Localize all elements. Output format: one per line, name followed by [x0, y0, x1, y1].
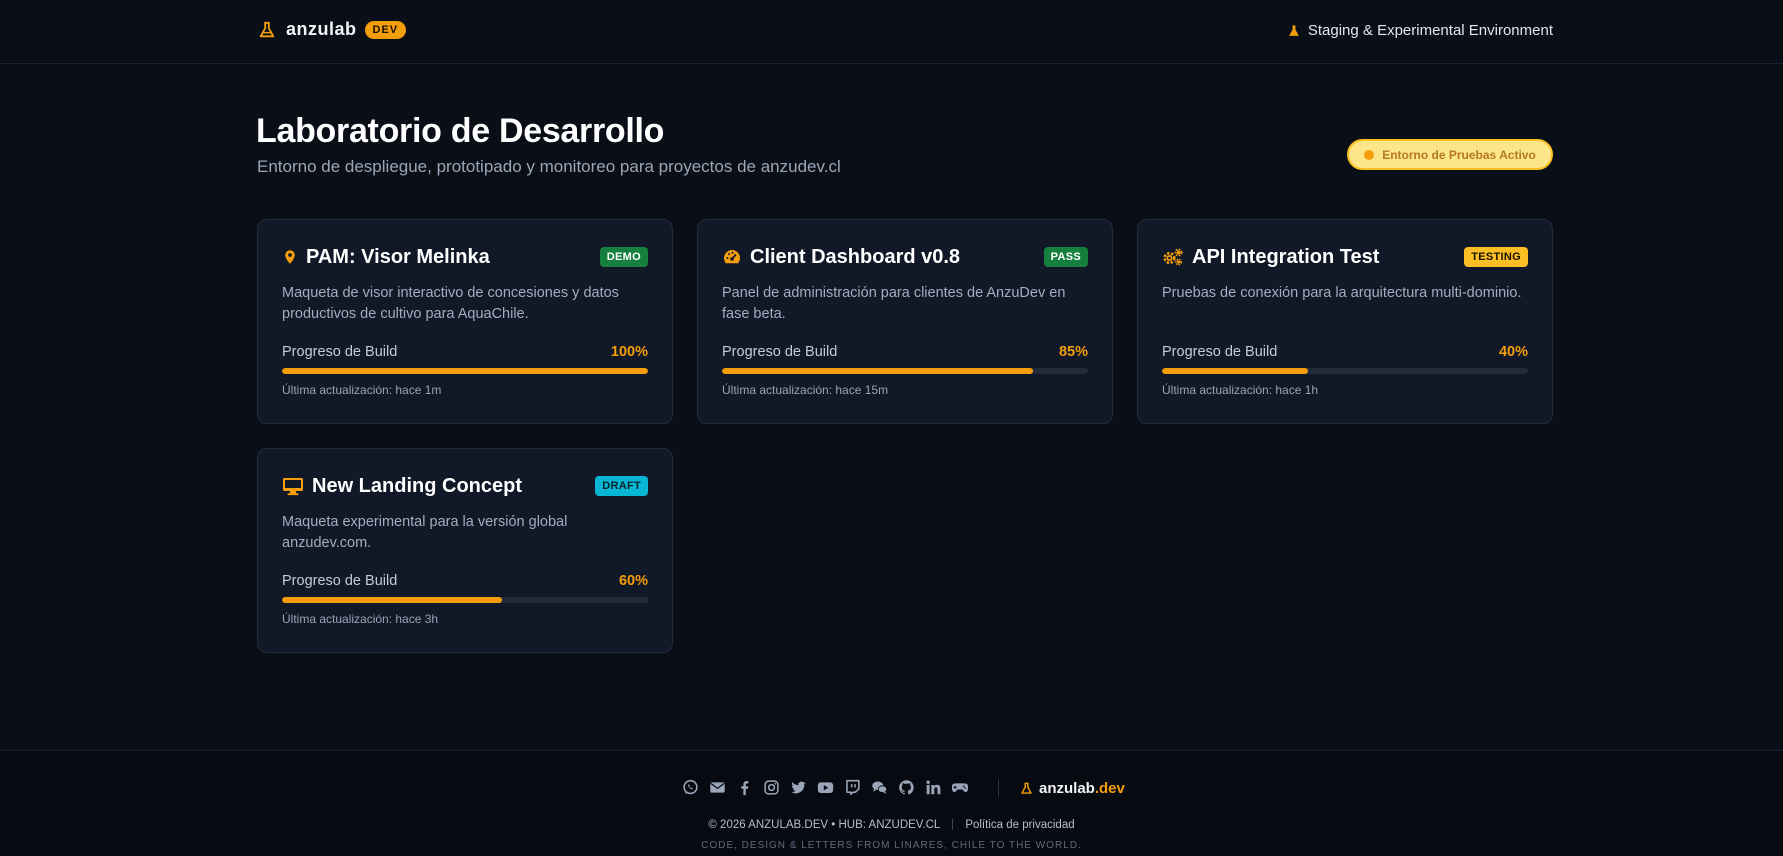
twitch-icon[interactable]: [843, 778, 861, 796]
status-pill-label: Entorno de Pruebas Activo: [1382, 147, 1536, 162]
progress-fill: [282, 368, 648, 374]
chat-icon[interactable]: [870, 778, 888, 796]
card-description: Panel de administración para clientes de…: [722, 285, 1066, 322]
card-description: Pruebas de conexión para la arquitectura…: [1162, 285, 1522, 301]
gears-icon: [1163, 248, 1183, 266]
youtube-icon[interactable]: [816, 778, 834, 796]
project-card-api-integration[interactable]: API Integration Test TESTING Pruebas de …: [1137, 219, 1553, 424]
progress-value: 100%: [610, 344, 648, 360]
footer-brand[interactable]: anzulab .dev: [1020, 780, 1125, 797]
copyright-text: © 2026 ANZULAB.DEV • HUB: ANZUDEV.CL: [708, 819, 941, 831]
whatsapp-icon[interactable]: [681, 778, 699, 796]
progress-label: Progreso de Build: [282, 344, 398, 360]
twitter-icon[interactable]: [789, 778, 807, 796]
footer-divider: [998, 779, 999, 797]
progress-track: [282, 368, 648, 374]
copyright-line: © 2026 ANZULAB.DEV • HUB: ANZUDEV.CL Polí…: [0, 819, 1783, 831]
card-header: API Integration Test TESTING: [1162, 244, 1528, 270]
status-dot-icon: [1364, 149, 1375, 160]
copyright-divider: [952, 819, 954, 831]
footer-brand-name: anzulab: [1039, 780, 1095, 797]
card-title: API Integration Test: [1192, 245, 1380, 268]
last-updated: Última actualización: hace 15m: [722, 383, 889, 397]
instagram-icon[interactable]: [762, 778, 780, 796]
progress-value: 60%: [618, 573, 648, 589]
card-description: Maqueta experimental para la versión glo…: [282, 514, 568, 551]
card-header: New Landing Concept DRAFT: [282, 473, 648, 499]
progress-track: [1162, 368, 1528, 374]
footer-brand-tld: .dev: [1094, 780, 1125, 797]
progress-value: 85%: [1058, 344, 1088, 360]
github-icon[interactable]: [897, 778, 915, 796]
email-icon[interactable]: [708, 778, 726, 796]
privacy-link[interactable]: Política de privacidad: [965, 819, 1074, 831]
facebook-icon[interactable]: [735, 778, 753, 796]
progress-fill: [722, 368, 1034, 374]
footer-tagline: CODE, DESIGN & LETTERS FROM LINARES, CHI…: [701, 840, 1082, 851]
desktop-monitor-icon: [283, 478, 303, 496]
top-header: anzulab DEV Staging & Experimental Envir…: [0, 0, 1783, 64]
brand-name: anzulab: [286, 19, 357, 39]
environment-label: Staging & Experimental Environment: [1287, 22, 1553, 39]
progress-row: Progreso de Build 100%: [282, 344, 648, 360]
progress-row: Progreso de Build 40%: [1162, 344, 1528, 360]
page-footer: anzulab .dev © 2026 ANZULAB.DEV • HUB: AN…: [0, 750, 1783, 856]
progress-row: Progreso de Build 60%: [282, 573, 648, 589]
card-header: Client Dashboard v0.8 PASS: [722, 244, 1088, 270]
brand-logo[interactable]: anzulab DEV: [258, 19, 407, 40]
linkedin-icon[interactable]: [924, 778, 942, 796]
status-badge: DRAFT: [595, 476, 648, 496]
page-subtitle: Entorno de despliegue, prototipado y mon…: [257, 157, 841, 176]
flask-icon: [259, 21, 275, 37]
card-title: New Landing Concept: [312, 474, 522, 497]
status-badge: TESTING: [1464, 247, 1528, 267]
progress-label: Progreso de Build: [282, 573, 398, 589]
dashboard-gauge-icon: [724, 250, 741, 264]
progress-label: Progreso de Build: [722, 344, 838, 360]
progress-value: 40%: [1498, 344, 1528, 360]
progress-track: [722, 368, 1088, 374]
status-pill: Entorno de Pruebas Activo: [1347, 139, 1553, 170]
social-links: [681, 778, 978, 796]
progress-row: Progreso de Build 85%: [722, 344, 1088, 360]
last-updated: Última actualización: hace 1h: [1162, 383, 1319, 397]
last-updated: Última actualización: hace 1m: [282, 383, 442, 397]
flask-icon: [1288, 24, 1299, 36]
progress-fill: [282, 597, 502, 603]
status-badge: PASS: [1043, 247, 1088, 267]
card-title: Client Dashboard v0.8: [750, 245, 961, 268]
last-updated: Última actualización: hace 3h: [282, 612, 439, 626]
progress-label: Progreso de Build: [1162, 344, 1278, 360]
card-description: Maqueta de visor interactivo de concesio…: [282, 285, 619, 322]
card-header: PAM: Visor Melinka DEMO: [282, 244, 648, 270]
page-title: Laboratorio de Desarrollo: [256, 112, 665, 150]
gamepad-icon[interactable]: [951, 778, 969, 796]
project-card-pam[interactable]: PAM: Visor Melinka DEMO Maqueta de visor…: [257, 219, 673, 424]
map-pin-icon: [285, 250, 295, 264]
status-badge: DEMO: [599, 247, 648, 267]
flask-icon: [1021, 782, 1032, 794]
dev-badge: DEV: [364, 20, 407, 39]
project-card-new-landing[interactable]: New Landing Concept DRAFT Maqueta experi…: [257, 448, 673, 653]
progress-track: [282, 597, 648, 603]
project-card-client-dashboard[interactable]: Client Dashboard v0.8 PASS Panel de admi…: [697, 219, 1113, 424]
environment-text: Staging & Experimental Environment: [1307, 22, 1553, 39]
card-title: PAM: Visor Melinka: [306, 245, 490, 268]
progress-fill: [1162, 368, 1309, 374]
